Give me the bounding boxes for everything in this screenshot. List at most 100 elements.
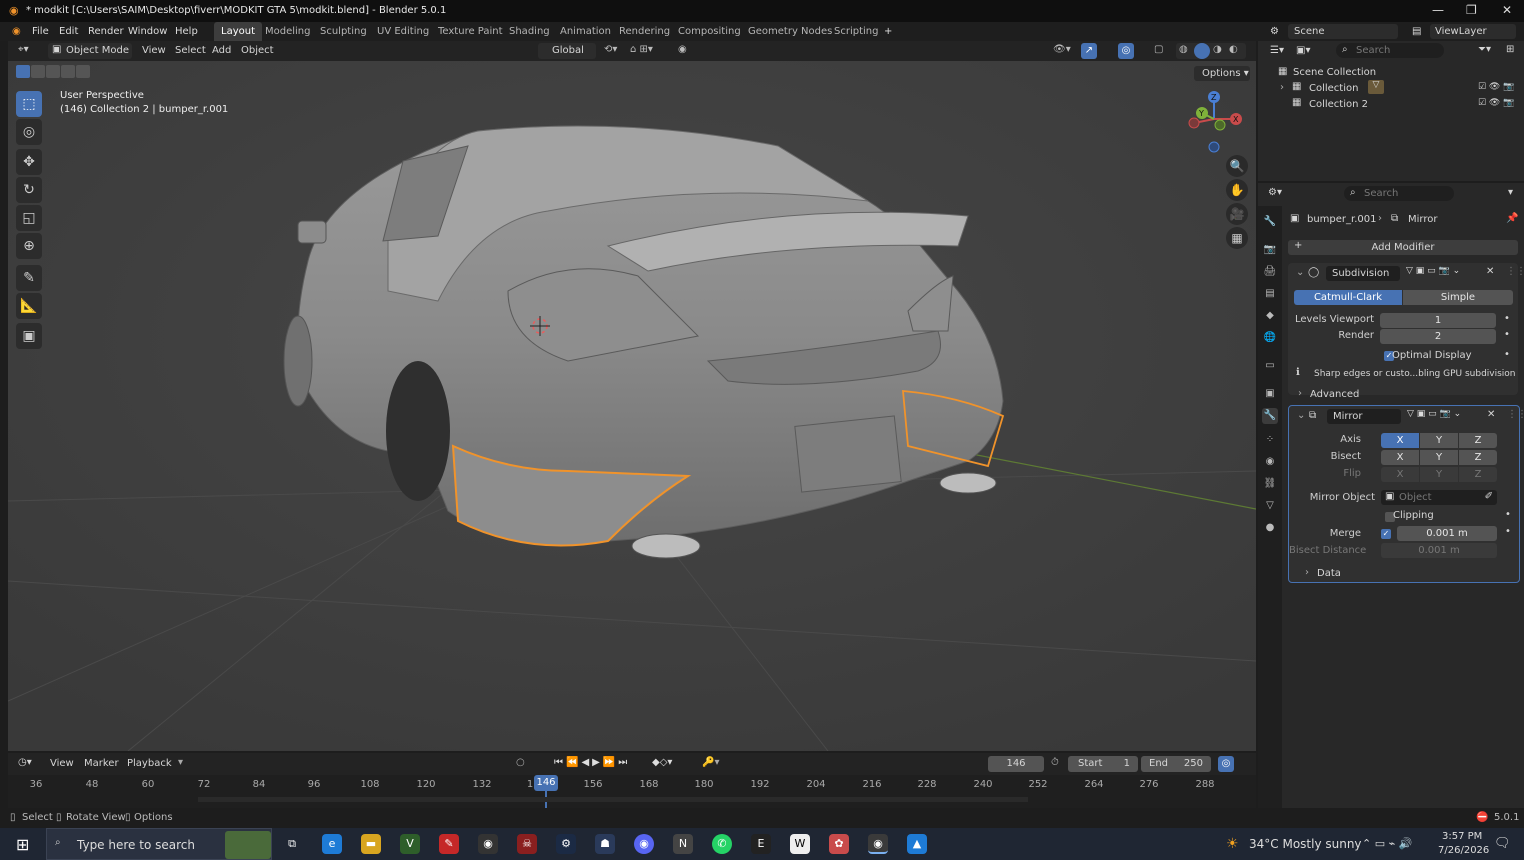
app-crab-icon[interactable]: ✿ [829, 834, 849, 854]
maximize-button[interactable]: ❐ [1466, 3, 1477, 17]
add-workspace-button[interactable]: + [884, 26, 892, 37]
tab-sculpting[interactable]: Sculpting [313, 22, 374, 41]
mirror-toggles[interactable]: ▽ ▣ ▭ 📷 ⌄ [1407, 409, 1461, 419]
outliner-editor-icon[interactable]: ☰▾ [1270, 45, 1284, 56]
properties-editor-icon[interactable]: ⚙▾ [1268, 187, 1282, 198]
data-subpanel-label[interactable]: Data [1317, 568, 1341, 579]
windows-start-icon[interactable]: ⊞ [16, 835, 29, 854]
properties-search[interactable]: ⌕ Search [1344, 186, 1454, 201]
bisect-distance-field[interactable]: 0.001 m [1381, 543, 1497, 558]
levels-keyframe-dot[interactable]: • [1504, 313, 1510, 324]
xray-toggle-icon[interactable]: ▢ [1154, 44, 1163, 55]
solid-shading-icon[interactable] [1194, 43, 1210, 59]
viewport-menu-object[interactable]: Object [241, 45, 274, 56]
scene-tab-icon[interactable]: ◆ [1262, 308, 1278, 324]
snap-icon[interactable]: ⌂ ⊞▾ [630, 44, 653, 55]
cursor-tool[interactable]: ◎ [16, 119, 42, 145]
merge-keyframe-dot[interactable]: • [1505, 526, 1511, 537]
mirror-collapse-icon[interactable]: ⌄ [1297, 410, 1305, 421]
viewlayer-selector[interactable]: ViewLayer [1430, 24, 1516, 39]
merge-distance-field[interactable]: 0.001 m [1397, 526, 1497, 541]
render-tab-icon[interactable]: 📷 [1262, 242, 1278, 258]
transform-orientation-dropdown[interactable]: Global [538, 43, 596, 59]
subdivision-name-field[interactable]: Subdivision [1326, 266, 1400, 281]
tab-uv-editing[interactable]: UV Editing [370, 22, 436, 41]
tool-tab-icon[interactable]: 🔧 [1262, 214, 1278, 230]
minimize-button[interactable]: — [1432, 3, 1444, 17]
keyframe-nav-icon[interactable]: ◆◇▾ [652, 757, 672, 768]
data-expand-icon[interactable]: › [1305, 567, 1309, 578]
viewport-menu-view[interactable]: View [142, 45, 166, 56]
collection-visibility-controls[interactable]: ☑ 👁 📷 [1478, 82, 1514, 92]
transform-tool[interactable]: ⊕ [16, 233, 42, 259]
game-icon[interactable]: ☠ [517, 834, 537, 854]
editor-type-icon[interactable]: ⌖▾ [18, 44, 29, 55]
mirror-drag-handle[interactable]: ⋮⋮ [1507, 409, 1524, 420]
subdivision-remove-icon[interactable]: ✕ [1486, 266, 1494, 277]
scale-tool[interactable]: ◱ [16, 205, 42, 231]
mirror-name-field[interactable]: Mirror [1327, 409, 1401, 424]
clipping-keyframe-dot[interactable]: • [1505, 509, 1511, 520]
world-tab-icon[interactable]: 🌐 [1262, 330, 1278, 346]
timeline-menu-playback[interactable]: Playback [127, 758, 172, 769]
output-tab-icon[interactable]: 🖨 [1262, 264, 1278, 280]
filter-icon[interactable]: ⏷▾ [1478, 44, 1491, 55]
add-modifier-button[interactable]: + Add Modifier [1288, 240, 1518, 255]
scene-collection-label[interactable]: Scene Collection [1293, 67, 1376, 78]
select-mode-subtract-icon[interactable] [46, 65, 60, 78]
expand-collection-icon[interactable]: › [1280, 82, 1284, 93]
tab-geometry-nodes[interactable]: Geometry Nodes [741, 22, 839, 41]
view-layer-tab-icon[interactable]: ▤ [1262, 286, 1278, 302]
catmull-clark-button[interactable]: Catmull-Clark [1294, 290, 1402, 305]
material-shading-icon[interactable]: ◑ [1213, 44, 1222, 55]
navigation-gizmo[interactable]: Z X Y [1180, 85, 1242, 155]
collection2-visibility-controls[interactable]: ☑ 👁 📷 [1478, 98, 1514, 108]
app-red-icon[interactable]: ✎ [439, 834, 459, 854]
simple-button[interactable]: Simple [1403, 290, 1513, 305]
menu-edit[interactable]: Edit [59, 26, 78, 37]
select-mode-extend-icon[interactable] [31, 65, 45, 78]
timeline-editor-icon[interactable]: ◷▾ [18, 757, 32, 768]
clock-time[interactable]: 3:57 PM [1442, 831, 1482, 842]
timeline-menu-marker[interactable]: Marker [84, 758, 119, 769]
data-tab-icon[interactable]: ▽ [1262, 498, 1278, 514]
tab-animation[interactable]: Animation [553, 22, 618, 41]
timeline-menu-view[interactable]: View [50, 758, 74, 769]
optimal-keyframe-dot[interactable]: • [1504, 349, 1510, 360]
epic-games-icon[interactable]: E [751, 834, 771, 854]
tab-compositing[interactable]: Compositing [671, 22, 748, 41]
photos-icon[interactable]: ▲ [907, 834, 927, 854]
nvidia-app-icon[interactable]: V [400, 834, 420, 854]
properties-options-icon[interactable]: ▾ [1508, 187, 1513, 198]
select-mode-invert-icon[interactable] [61, 65, 75, 78]
scene-selector[interactable]: Scene [1288, 24, 1398, 39]
subdivision-toggles[interactable]: ▽ ▣ ▭ 📷 ⌄ [1406, 266, 1460, 276]
current-frame-field[interactable]: 146 [988, 756, 1044, 772]
tab-layout[interactable]: Layout [214, 22, 262, 41]
measure-tool[interactable]: 📐 [16, 293, 42, 319]
rotate-tool[interactable]: ↻ [16, 177, 42, 203]
merge-checkbox[interactable]: ✓ [1381, 529, 1391, 539]
bisect-x-toggle[interactable]: X [1381, 450, 1419, 465]
particles-tab-icon[interactable]: ⁘ [1262, 432, 1278, 448]
pan-hand-icon[interactable]: ✋ [1226, 179, 1248, 201]
tab-scripting[interactable]: Scripting [827, 22, 885, 41]
object-mode-dropdown[interactable]: Object Mode ▣ [48, 43, 132, 59]
menu-render[interactable]: Render [88, 26, 124, 37]
axis-y-toggle[interactable]: Y [1420, 433, 1458, 448]
blender-launcher-icon[interactable]: ◉ [478, 834, 498, 854]
perspective-grid-icon[interactable]: ▦ [1226, 227, 1248, 249]
levels-viewport-field[interactable]: 1 [1380, 313, 1496, 328]
display-mode-icon[interactable]: ▣▾ [1296, 45, 1310, 56]
close-button[interactable]: ✕ [1502, 3, 1512, 17]
wireframe-shading-icon[interactable]: ◍ [1179, 44, 1188, 55]
eyedropper-icon[interactable]: ✐ [1485, 491, 1493, 502]
object-tab-icon[interactable]: ▣ [1262, 386, 1278, 402]
viewport-menu-select[interactable]: Select [175, 45, 206, 56]
select-mode-intersect-icon[interactable] [76, 65, 90, 78]
bisect-y-toggle[interactable]: Y [1420, 450, 1458, 465]
select-mode-new-icon[interactable] [16, 65, 30, 78]
auto-keying-icon[interactable]: ○ [516, 757, 525, 768]
proportional-edit-icon[interactable]: ◉ [678, 44, 687, 55]
material-tab-icon[interactable]: ● [1262, 520, 1278, 536]
